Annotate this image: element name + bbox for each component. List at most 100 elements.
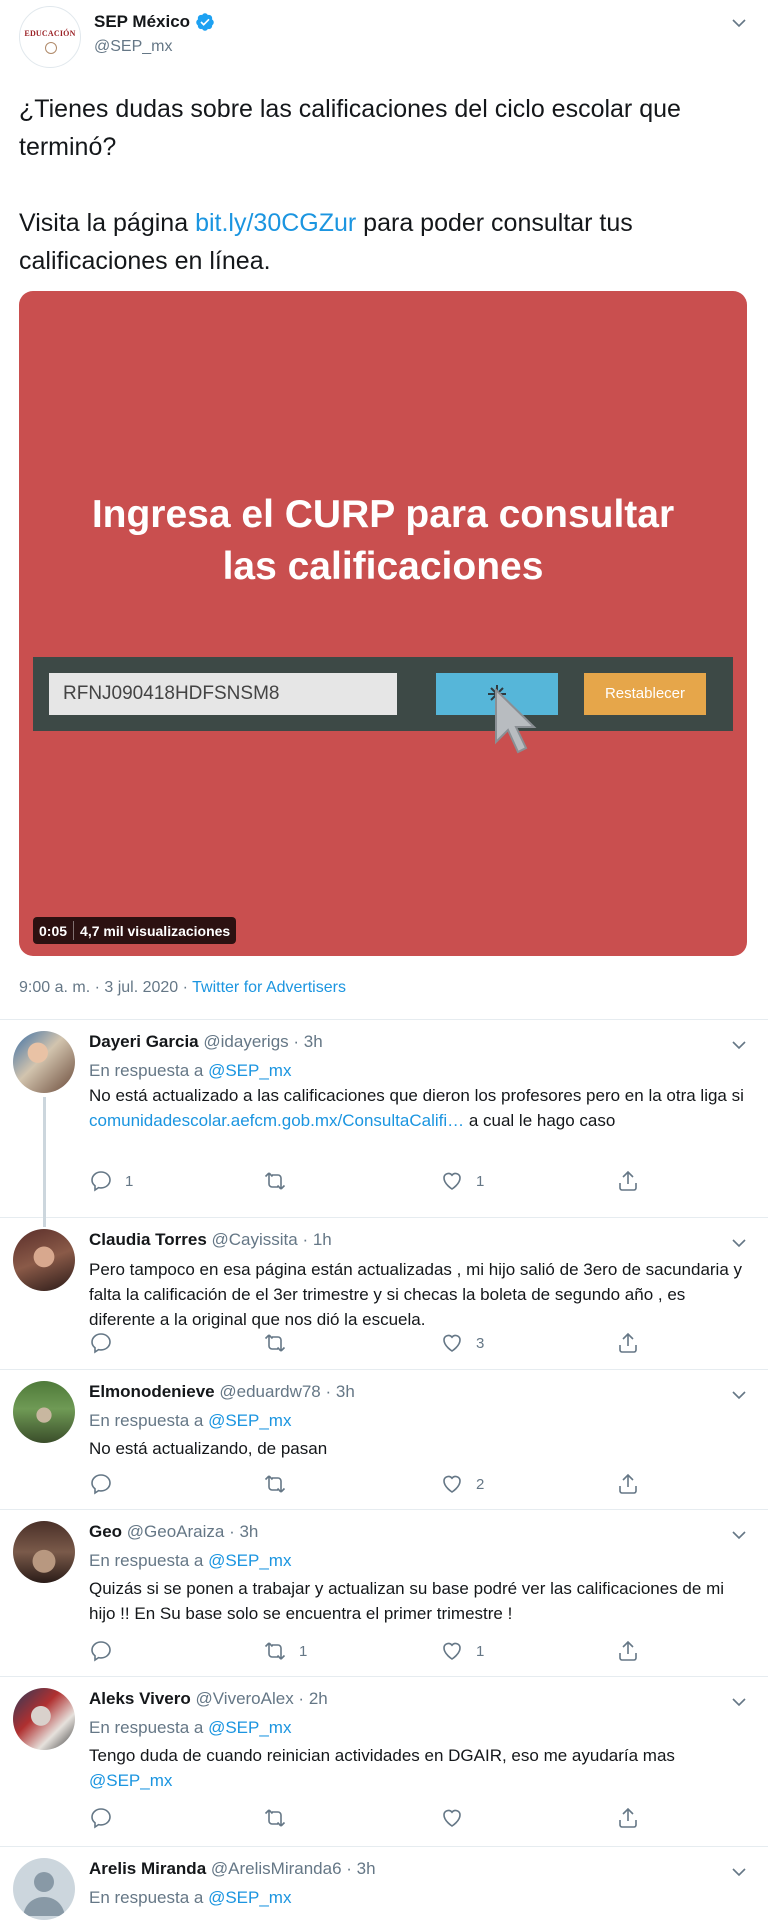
video-duration: 0:05: [39, 922, 68, 939]
video-player[interactable]: Ingresa el CURP para consultar las calif…: [19, 291, 747, 956]
reply-author-handle[interactable]: @eduardw78 · 3h: [219, 1382, 354, 1401]
chevron-down-icon[interactable]: [730, 1036, 748, 1054]
reply-to-handle[interactable]: @SEP_mx: [208, 1061, 291, 1080]
like-button[interactable]: 2: [440, 1472, 484, 1496]
reply-author-name[interactable]: Aleks Vivero: [89, 1689, 191, 1708]
share-button[interactable]: [616, 1472, 640, 1496]
reply-link[interactable]: comunidadescolar.aefcm.gob.mx/ConsultaCa…: [89, 1111, 464, 1130]
like-button[interactable]: 1: [440, 1639, 484, 1663]
like-button[interactable]: 3: [440, 1331, 484, 1355]
reply-button[interactable]: [89, 1331, 125, 1355]
reply-author-handle[interactable]: @ViveroAlex · 2h: [196, 1689, 328, 1708]
reply-author-name[interactable]: Dayeri Garcia: [89, 1032, 199, 1051]
tweet-text: ¿Tienes dudas sobre las calificaciones d…: [19, 90, 749, 280]
tweet-timestamp[interactable]: 9:00 a. m. · 3 jul. 2020 ·: [19, 979, 192, 996]
share-button[interactable]: [616, 1331, 640, 1355]
chevron-down-icon[interactable]: [730, 1234, 748, 1252]
heart-icon: [443, 1172, 461, 1190]
reply-button[interactable]: 1: [89, 1169, 133, 1193]
curp-input: RFNJ090418HDFSNSM8: [49, 673, 397, 715]
reply-to-label: En respuesta a: [89, 1718, 209, 1737]
like-count: 1: [476, 1642, 485, 1660]
tweet-link[interactable]: bit.ly/30CGZur: [195, 209, 356, 237]
chevron-down-icon[interactable]: [730, 1863, 748, 1881]
share-icon: [619, 1807, 637, 1828]
reply-author-handle[interactable]: @idayerigs · 3h: [203, 1032, 322, 1051]
reply-text: Quizás si se ponen a trabajar y actualiz…: [89, 1579, 725, 1623]
heart-icon: [443, 1809, 461, 1827]
reply-button[interactable]: [89, 1472, 125, 1496]
author-name[interactable]: SEP México: [94, 12, 190, 32]
like-count: 1: [476, 1172, 485, 1190]
reply-button[interactable]: [89, 1806, 125, 1830]
retweet-button[interactable]: 1: [263, 1639, 307, 1663]
retweet-icon: [264, 1642, 286, 1660]
reply-tweet[interactable]: Elmonodenieve @eduardw78 · 3h En respues…: [0, 1370, 768, 1510]
retweet-count: 1: [299, 1642, 308, 1660]
reply-author-name[interactable]: Geo: [89, 1522, 122, 1541]
reply-author-handle[interactable]: @GeoAraiza · 3h: [127, 1522, 259, 1541]
reply-tweet[interactable]: Geo @GeoAraiza · 3h En respuesta a @SEP_…: [0, 1510, 768, 1677]
retweet-button[interactable]: [263, 1806, 299, 1830]
comment-icon: [91, 1333, 111, 1354]
retweet-button[interactable]: [263, 1169, 299, 1193]
retweet-button[interactable]: [263, 1331, 299, 1355]
tweet-source[interactable]: Twitter for Advertisers: [192, 979, 346, 996]
like-button[interactable]: 1: [440, 1169, 484, 1193]
reply-actions: [89, 1806, 649, 1834]
reply-tweet[interactable]: Aleks Vivero @ViveroAlex · 2h En respues…: [0, 1677, 768, 1847]
avatar[interactable]: [13, 1229, 75, 1291]
reply-author-handle[interactable]: @ArelisMiranda6 · 3h: [211, 1859, 376, 1878]
reply-tweet[interactable]: Claudia Torres @Cayissita · 1h Pero tamp…: [0, 1218, 768, 1370]
share-button[interactable]: [616, 1639, 640, 1663]
video-title: Ingresa el CURP para consultar las calif…: [19, 489, 747, 593]
avatar[interactable]: EDUCACIÓN: [19, 6, 81, 68]
reply-to-line: En respuesta a @SEP_mx: [89, 1411, 291, 1431]
seal-icon: [45, 42, 57, 54]
heart-icon: [443, 1642, 461, 1660]
like-button[interactable]: [440, 1806, 476, 1830]
reply-author-name[interactable]: Claudia Torres: [89, 1230, 207, 1249]
chevron-down-icon[interactable]: [730, 1693, 748, 1711]
reply-text-post: a cual le hago caso: [464, 1111, 616, 1130]
share-icon: [619, 1473, 637, 1494]
retweet-icon: [264, 1475, 286, 1493]
reply-to-handle[interactable]: @SEP_mx: [208, 1551, 291, 1570]
author-name-row[interactable]: SEP México: [94, 12, 215, 32]
reply-header: Elmonodenieve @eduardw78 · 3h: [89, 1382, 355, 1402]
chevron-down-icon[interactable]: [730, 1526, 748, 1544]
reply-to-handle[interactable]: @SEP_mx: [208, 1718, 291, 1737]
avatar[interactable]: [13, 1031, 75, 1093]
author-handle[interactable]: @SEP_mx: [94, 38, 172, 56]
reply-to-handle[interactable]: @SEP_mx: [208, 1888, 291, 1907]
reply-author-name[interactable]: Elmonodenieve: [89, 1382, 215, 1401]
person-silhouette-icon: [23, 1872, 65, 1916]
reply-to-handle[interactable]: @SEP_mx: [208, 1411, 291, 1430]
reply-text-pre: No está actualizado a las calificaciones…: [89, 1086, 744, 1105]
avatar[interactable]: [13, 1381, 75, 1443]
reply-tweet[interactable]: Dayeri Garcia @idayerigs · 3h En respues…: [0, 1020, 768, 1227]
reply-author-handle[interactable]: @Cayissita · 1h: [212, 1230, 332, 1249]
reply-header: Arelis Miranda @ArelisMiranda6 · 3h: [89, 1859, 376, 1879]
reset-button: Restablecer: [584, 673, 706, 715]
reply-to-label: En respuesta a: [89, 1061, 209, 1080]
retweet-icon: [264, 1172, 286, 1190]
share-icon: [619, 1170, 637, 1191]
avatar[interactable]: [13, 1521, 75, 1583]
retweet-button[interactable]: [263, 1472, 299, 1496]
default-avatar-icon[interactable]: [13, 1858, 75, 1920]
chevron-down-icon[interactable]: [730, 14, 748, 32]
reply-count: 1: [125, 1172, 134, 1190]
reply-button[interactable]: [89, 1639, 125, 1663]
reply-tweet[interactable]: Arelis Miranda @ArelisMiranda6 · 3h En r…: [0, 1847, 768, 1920]
like-count: 3: [476, 1334, 485, 1352]
verified-badge-icon: [196, 13, 214, 31]
avatar[interactable]: [13, 1688, 75, 1750]
share-button[interactable]: [616, 1806, 640, 1830]
chevron-down-icon[interactable]: [730, 1386, 748, 1404]
share-icon: [619, 1332, 637, 1353]
reply-mention-link[interactable]: @SEP_mx: [89, 1771, 172, 1790]
reply-author-name[interactable]: Arelis Miranda: [89, 1859, 206, 1878]
retweet-icon: [264, 1334, 286, 1352]
share-button[interactable]: [616, 1169, 640, 1193]
